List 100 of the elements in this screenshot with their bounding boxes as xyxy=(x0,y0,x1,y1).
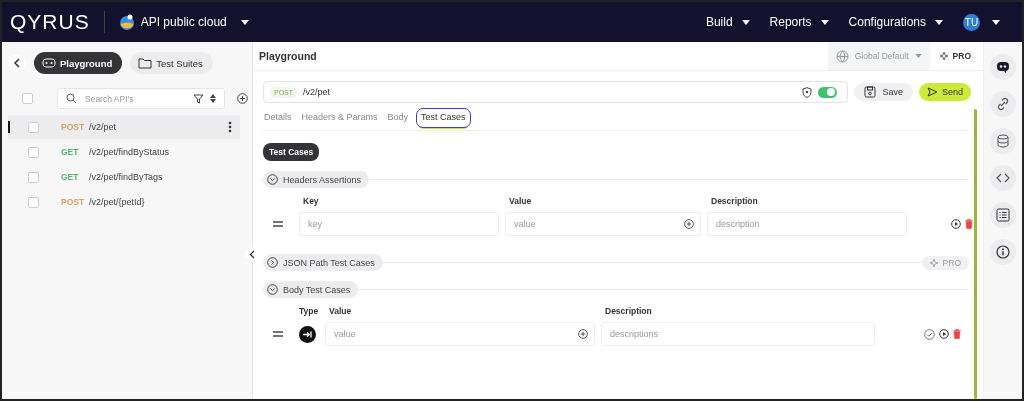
scrollbar[interactable] xyxy=(974,109,977,399)
assistant-button[interactable] xyxy=(990,54,1016,80)
trash-icon[interactable] xyxy=(953,329,961,339)
add-icon[interactable] xyxy=(237,93,248,104)
pro-badge: PRO xyxy=(921,255,969,270)
back-button[interactable] xyxy=(8,54,26,72)
caret-icon xyxy=(240,19,249,25)
text-input[interactable]: description xyxy=(714,218,900,230)
robot-icon xyxy=(996,60,1010,74)
sidebar-tab[interactable]: Test Suites xyxy=(130,52,213,74)
input-field[interactable]: descriptions xyxy=(601,322,875,346)
list-button[interactable] xyxy=(990,202,1016,228)
check-icon[interactable] xyxy=(924,328,935,340)
send-button[interactable]: Send xyxy=(918,83,971,101)
select-all-checkbox[interactable] xyxy=(22,93,33,104)
info-icon xyxy=(996,245,1010,259)
checkbox[interactable] xyxy=(28,171,39,183)
menu-dropdown[interactable]: Configurations xyxy=(848,15,943,29)
filter-icon[interactable] xyxy=(193,93,204,104)
section-toggle[interactable]: Body Test Cases xyxy=(263,281,359,298)
column-header: Key xyxy=(302,196,320,206)
save-button[interactable]: Save xyxy=(854,83,913,101)
section-toggle[interactable]: JSON Path Test Cases xyxy=(263,254,383,271)
http-method: POST xyxy=(61,122,86,132)
sparkle-icon xyxy=(929,257,940,268)
chevron-left-icon xyxy=(249,249,255,259)
tab[interactable]: Details xyxy=(263,109,293,129)
tab[interactable]: Test Cases xyxy=(417,109,470,127)
globe-icon xyxy=(118,14,135,30)
database-icon xyxy=(997,134,1009,148)
search-field[interactable]: Search API's xyxy=(57,88,225,109)
input-field[interactable]: value xyxy=(505,212,701,236)
input-field[interactable]: description xyxy=(707,212,907,236)
api-path: /v2/pet/{petId} xyxy=(89,197,145,207)
column-header: Type xyxy=(299,306,319,316)
api-list-item[interactable]: POST /v2/pet xyxy=(8,115,240,139)
chevron-circle-icon xyxy=(267,284,278,295)
tab[interactable]: Body xyxy=(386,109,410,129)
input-field[interactable]: key xyxy=(299,212,499,236)
column-header: Value xyxy=(328,306,353,316)
trash-icon[interactable] xyxy=(965,219,973,229)
user-avatar[interactable]: TU xyxy=(963,13,980,31)
api-list-item[interactable]: GET /v2/pet/findByTags xyxy=(8,165,240,189)
pro-button[interactable]: PRO xyxy=(929,51,983,61)
column-header: Value xyxy=(508,196,533,206)
add-icon[interactable] xyxy=(578,329,588,339)
project-dropdown[interactable]: API public cloud xyxy=(118,14,249,30)
caret-icon xyxy=(914,54,922,58)
caret-icon xyxy=(741,19,750,25)
page-title: Playground xyxy=(259,50,317,62)
http-method: GET xyxy=(61,172,80,182)
column-header: Description xyxy=(604,306,653,316)
text-input[interactable]: value xyxy=(332,328,578,340)
shield-icon[interactable] xyxy=(802,86,813,98)
save-icon xyxy=(864,86,877,98)
checkbox[interactable] xyxy=(28,196,39,208)
globe-icon xyxy=(835,49,849,63)
text-input[interactable]: key xyxy=(306,218,492,230)
search-input[interactable]: Search API's xyxy=(83,92,187,105)
checkbox[interactable] xyxy=(28,146,39,158)
menu-dropdown[interactable]: Reports xyxy=(769,15,829,29)
chevron-circle-icon xyxy=(267,257,278,268)
api-path: /v2/pet xyxy=(89,122,117,132)
type-selector-icon[interactable] xyxy=(299,325,316,343)
input-field[interactable]: value xyxy=(325,322,595,346)
drag-handle-icon[interactable] xyxy=(273,221,283,227)
section-label: Test Cases xyxy=(263,143,320,161)
checkbox[interactable] xyxy=(28,121,39,133)
folder-icon xyxy=(138,57,153,69)
code-button[interactable] xyxy=(990,165,1016,191)
caret-icon[interactable] xyxy=(992,19,1000,25)
send-icon xyxy=(926,87,938,97)
caret-icon xyxy=(935,19,943,25)
gamepad-icon xyxy=(42,58,56,68)
database-button[interactable] xyxy=(990,128,1016,154)
column-header: Description xyxy=(710,196,759,206)
toggle-switch[interactable] xyxy=(818,86,838,98)
api-list-item[interactable]: POST /v2/pet/{petId} xyxy=(8,190,240,214)
add-icon[interactable] xyxy=(684,219,694,229)
tab[interactable]: Headers & Params xyxy=(300,109,379,129)
more-icon[interactable] xyxy=(228,121,232,133)
api-list-item[interactable]: GET /v2/pet/findByStatus xyxy=(8,140,240,164)
logo[interactable]: QYRUS xyxy=(10,10,90,34)
menu-dropdown[interactable]: Build xyxy=(705,15,750,29)
text-input[interactable]: value xyxy=(512,218,684,230)
sort-icon[interactable] xyxy=(210,94,216,103)
play-icon[interactable] xyxy=(951,219,961,229)
code-icon xyxy=(996,173,1010,183)
section-toggle[interactable]: Headers Assertions xyxy=(263,171,370,188)
api-path: /v2/pet/findByStatus xyxy=(89,147,170,157)
link-icon xyxy=(996,97,1010,111)
http-method: POST xyxy=(61,197,86,207)
drag-handle-icon[interactable] xyxy=(273,331,283,337)
link-button[interactable] xyxy=(990,91,1016,117)
play-icon[interactable] xyxy=(939,329,949,339)
text-input[interactable]: descriptions xyxy=(608,328,868,340)
list-icon xyxy=(996,208,1010,222)
sidebar-tab[interactable]: Playground xyxy=(34,52,123,74)
sparkle-icon xyxy=(939,51,950,61)
info-button[interactable] xyxy=(990,239,1016,265)
